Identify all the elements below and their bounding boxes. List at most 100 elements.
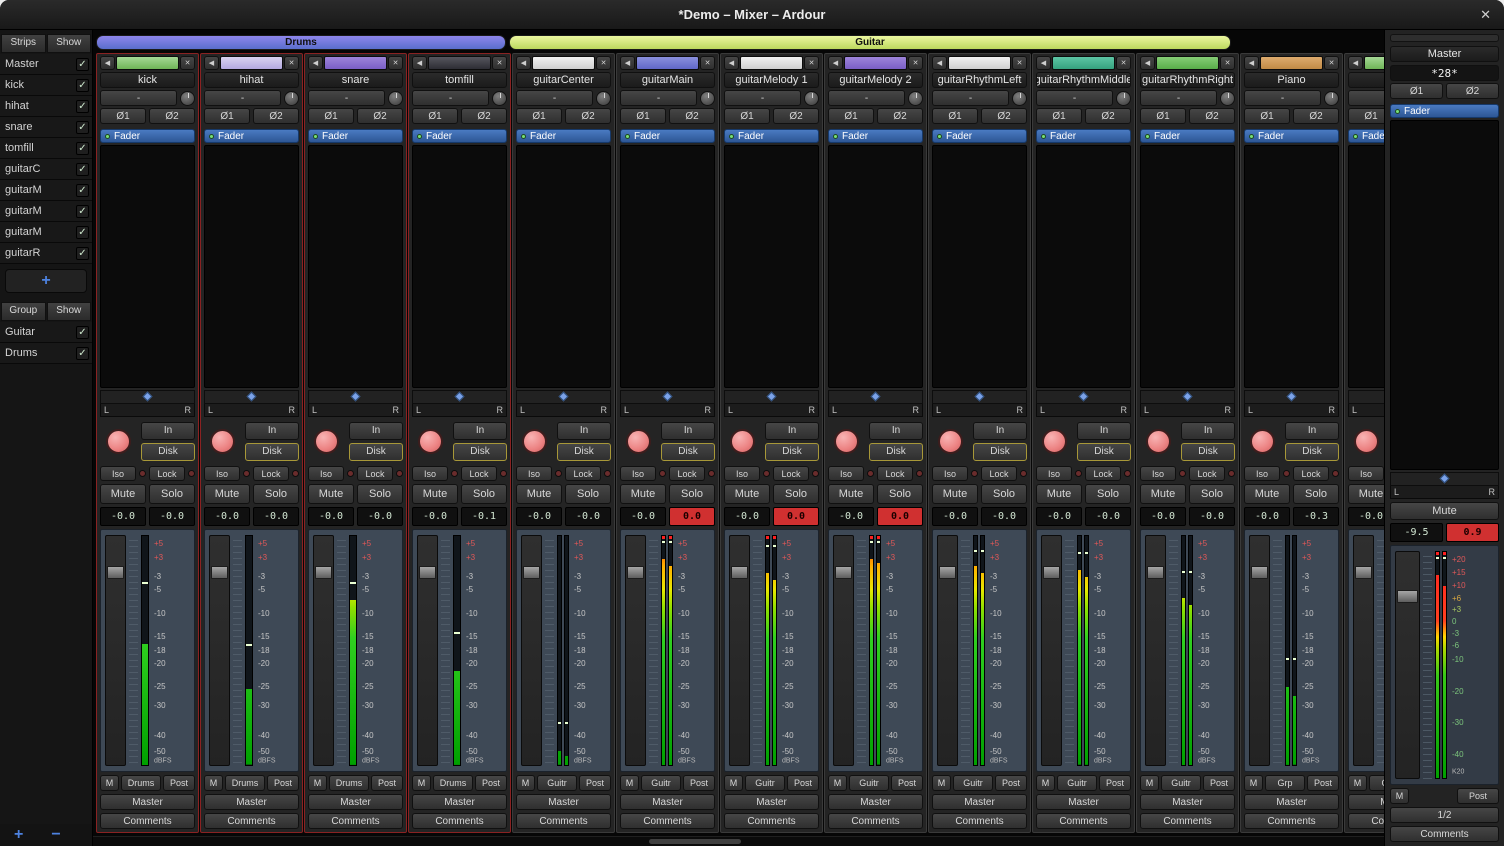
- output-button[interactable]: Master: [1036, 794, 1131, 810]
- group-button[interactable]: Drums: [121, 775, 161, 791]
- volume-fader[interactable]: [417, 535, 438, 766]
- trim-display-button[interactable]: -: [1140, 90, 1217, 106]
- fader-thumb[interactable]: [627, 566, 644, 579]
- processor-active-led[interactable]: [1353, 134, 1358, 139]
- pan-control[interactable]: [308, 390, 403, 404]
- solo-button[interactable]: Solo: [357, 484, 403, 504]
- mute-button[interactable]: Mute: [1244, 484, 1290, 504]
- mono-button[interactable]: M: [1244, 775, 1263, 791]
- group-button[interactable]: Drums: [433, 775, 473, 791]
- pan-control[interactable]: [620, 390, 715, 404]
- fader-processor-entry[interactable]: Fader: [204, 129, 299, 143]
- volume-fader[interactable]: [105, 535, 126, 766]
- monitor-disk-button[interactable]: Disk: [1181, 443, 1235, 461]
- invert-phase-2-button[interactable]: Ø2: [565, 108, 611, 124]
- solo-isolate-button[interactable]: Iso: [204, 466, 240, 481]
- trim-display-button[interactable]: -: [204, 90, 281, 106]
- pan-control[interactable]: [204, 390, 299, 404]
- peak-display[interactable]: -0.0: [253, 507, 299, 526]
- invert-phase-1-button[interactable]: Ø1: [204, 108, 250, 124]
- trim-display-button[interactable]: -: [932, 90, 1009, 106]
- comments-button[interactable]: Comments: [204, 813, 299, 829]
- peak-display[interactable]: -0.0: [149, 507, 195, 526]
- invert-phase-2-button[interactable]: Ø2: [1446, 83, 1499, 99]
- processor-active-led[interactable]: [1041, 134, 1046, 139]
- fader-processor-entry[interactable]: Fader: [1348, 129, 1384, 143]
- fader-thumb[interactable]: [419, 566, 436, 579]
- monitor-disk-button[interactable]: Disk: [973, 443, 1027, 461]
- fader-thumb[interactable]: [523, 566, 540, 579]
- sidebar-strip-row[interactable]: guitarC ✓: [0, 159, 92, 180]
- record-enable-button[interactable]: [314, 429, 339, 454]
- gain-display[interactable]: -0.0: [100, 507, 146, 526]
- volume-fader[interactable]: [1145, 535, 1166, 766]
- mute-button[interactable]: Mute: [516, 484, 562, 504]
- meter-point-button[interactable]: Post: [787, 775, 819, 791]
- gain-display[interactable]: -0.0: [204, 507, 250, 526]
- strip-color-bar[interactable]: [740, 56, 803, 70]
- record-enable-button[interactable]: [106, 429, 131, 454]
- mute-button[interactable]: Mute: [932, 484, 978, 504]
- meter-point-button[interactable]: Post: [1203, 775, 1235, 791]
- fader-processor-entry[interactable]: Fader: [412, 129, 507, 143]
- pan-position-display[interactable]: L R: [1348, 404, 1384, 417]
- sidebar-strip-row[interactable]: tomfill ✓: [0, 138, 92, 159]
- record-enable-button[interactable]: [210, 429, 235, 454]
- peak-display[interactable]: -0.3: [1293, 507, 1339, 526]
- processor-list[interactable]: [1390, 120, 1499, 470]
- pan-thumb[interactable]: [1182, 392, 1192, 402]
- volume-fader[interactable]: [521, 535, 542, 766]
- pan-thumb[interactable]: [142, 392, 152, 402]
- group-column-header[interactable]: Group: [1, 302, 46, 321]
- solo-lock-button[interactable]: Lock: [877, 466, 913, 481]
- pan-position-display[interactable]: L R: [1390, 486, 1499, 499]
- fader-thumb[interactable]: [1397, 590, 1418, 603]
- processor-active-led[interactable]: [1249, 134, 1254, 139]
- strip-color-bar[interactable]: [116, 56, 179, 70]
- gain-display[interactable]: -0.0: [308, 507, 354, 526]
- master-name-display[interactable]: *28*: [1390, 65, 1499, 81]
- strip-color-bar[interactable]: [1260, 56, 1323, 70]
- output-button[interactable]: Master: [932, 794, 1027, 810]
- group-button[interactable]: Guitr: [641, 775, 681, 791]
- solo-isolate-button[interactable]: Iso: [1140, 466, 1176, 481]
- pan-control[interactable]: [1244, 390, 1339, 404]
- solo-lock-button[interactable]: Lock: [149, 466, 185, 481]
- strip-name-button[interactable]: guitarRhythmRight: [1140, 72, 1235, 88]
- record-enable-button[interactable]: [938, 429, 963, 454]
- invert-phase-2-button[interactable]: Ø2: [253, 108, 299, 124]
- solo-button[interactable]: Solo: [253, 484, 299, 504]
- pan-control[interactable]: [412, 390, 507, 404]
- pan-position-display[interactable]: L R: [516, 404, 611, 417]
- solo-lock-button[interactable]: Lock: [669, 466, 705, 481]
- meter-point-button[interactable]: Post: [371, 775, 403, 791]
- group-button[interactable]: Guitr: [849, 775, 889, 791]
- pan-position-display[interactable]: L R: [204, 404, 299, 417]
- output-button[interactable]: Master: [308, 794, 403, 810]
- strip-width-button[interactable]: ◀: [1348, 56, 1363, 70]
- strip-color-bar[interactable]: [428, 56, 491, 70]
- monitor-disk-button[interactable]: Disk: [765, 443, 819, 461]
- monitor-input-button[interactable]: In: [1285, 422, 1339, 440]
- group-button[interactable]: Drums: [329, 775, 369, 791]
- pan-control[interactable]: [100, 390, 195, 404]
- monitor-disk-button[interactable]: Disk: [453, 443, 507, 461]
- comments-button[interactable]: Comments: [620, 813, 715, 829]
- sidebar-strip-row[interactable]: guitarM ✓: [0, 180, 92, 201]
- processor-list[interactable]: [1348, 145, 1384, 388]
- pan-position-display[interactable]: L R: [1036, 404, 1131, 417]
- record-enable-button[interactable]: [1354, 429, 1379, 454]
- comments-button[interactable]: Comments: [308, 813, 403, 829]
- comments-button[interactable]: Comments: [1036, 813, 1131, 829]
- strip-name-button[interactable]: Piano: [1244, 72, 1339, 88]
- pan-thumb[interactable]: [558, 392, 568, 402]
- hide-strip-button[interactable]: ✕: [596, 56, 611, 70]
- record-enable-button[interactable]: [1042, 429, 1067, 454]
- processor-list[interactable]: [724, 145, 819, 388]
- invert-phase-2-button[interactable]: Ø2: [357, 108, 403, 124]
- hide-strip-button[interactable]: ✕: [700, 56, 715, 70]
- volume-fader[interactable]: [209, 535, 230, 766]
- strip-name-button[interactable]: tomfill: [412, 72, 507, 88]
- output-button[interactable]: Master: [412, 794, 507, 810]
- invert-phase-1-button[interactable]: Ø1: [1036, 108, 1082, 124]
